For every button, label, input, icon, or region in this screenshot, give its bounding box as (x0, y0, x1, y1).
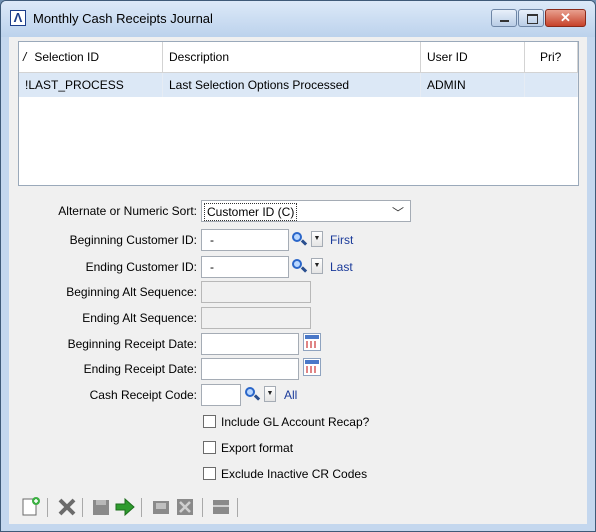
exclude-inactive-label: Exclude Inactive CR Codes (221, 467, 368, 481)
app-logo-icon: Λ (10, 10, 26, 26)
end-alt-input (201, 307, 311, 329)
beg-date-input[interactable] (201, 333, 299, 355)
column-header-description[interactable]: Description (163, 42, 421, 73)
cell-selection-id: !LAST_PROCESS (19, 73, 163, 97)
end-date-input[interactable] (201, 358, 299, 380)
end-date-calendar-icon[interactable] (303, 358, 321, 376)
bottom-toolbar (9, 491, 587, 523)
cr-code-lookup-icon[interactable] (244, 386, 261, 403)
options-icon[interactable] (209, 495, 233, 519)
cell-pri (525, 73, 578, 97)
end-cust-label: Ending Customer ID: (85, 260, 197, 274)
beg-date-calendar-icon[interactable] (303, 333, 321, 351)
cr-code-dropdown-icon[interactable]: ▼ (264, 386, 276, 402)
dialog-body: / Selection ID Description User ID Pri? !… (9, 37, 587, 524)
export-format-label: Export format (221, 441, 294, 455)
save-icon[interactable] (89, 495, 113, 519)
last-link[interactable]: Last (330, 259, 353, 275)
selection-grid[interactable]: / Selection ID Description User ID Pri? !… (18, 41, 579, 186)
beg-alt-label: Beginning Alt Sequence: (66, 285, 197, 299)
end-cust-lookup-icon[interactable] (291, 258, 308, 275)
beg-cust-label: Beginning Customer ID: (69, 233, 197, 247)
gl-recap-label: Include GL Account Recap? (221, 415, 370, 429)
alt-sort-select[interactable]: Customer ID (C) ﹀ (201, 200, 411, 222)
close-button[interactable]: ✕ (545, 9, 586, 27)
beg-alt-input (201, 281, 311, 303)
window-title: Monthly Cash Receipts Journal (33, 11, 213, 26)
end-cust-input[interactable]: - (201, 256, 289, 278)
minimize-button[interactable] (491, 9, 517, 27)
column-header-selection-id[interactable]: / Selection ID (19, 42, 163, 73)
alt-sort-value: Customer ID (C) (204, 203, 298, 221)
column-header-user-id[interactable]: User ID (421, 42, 525, 73)
title-bar[interactable]: Λ Monthly Cash Receipts Journal ✕ (1, 1, 595, 37)
maximize-button[interactable] (518, 9, 544, 27)
beg-cust-input[interactable]: - (201, 229, 289, 251)
close-icon: ✕ (560, 10, 571, 25)
all-link[interactable]: All (284, 387, 297, 403)
end-cust-dropdown-icon[interactable]: ▼ (311, 258, 323, 274)
report-window: Λ Monthly Cash Receipts Journal ✕ / Selec… (0, 0, 596, 532)
new-icon[interactable] (19, 495, 43, 519)
export-format-checkbox[interactable] (203, 441, 216, 454)
end-alt-label: Ending Alt Sequence: (82, 311, 197, 325)
exit-icon[interactable] (173, 495, 197, 519)
minimize-icon (500, 20, 509, 22)
cr-code-input[interactable] (201, 384, 241, 406)
cell-user-id: ADMIN (421, 73, 525, 97)
beg-date-label: Beginning Receipt Date: (67, 337, 197, 351)
cr-code-label: Cash Receipt Code: (89, 388, 197, 402)
alt-sort-label: Alternate or Numeric Sort: (58, 204, 197, 218)
beg-cust-dropdown-icon[interactable]: ▼ (311, 231, 323, 247)
print-icon[interactable] (149, 495, 173, 519)
gl-recap-checkbox[interactable] (203, 415, 216, 428)
cell-description: Last Selection Options Processed (163, 73, 421, 97)
end-date-label: Ending Receipt Date: (83, 362, 197, 376)
exclude-inactive-checkbox[interactable] (203, 467, 216, 480)
column-header-pri[interactable]: Pri? (525, 42, 578, 73)
table-row[interactable]: !LAST_PROCESS Last Selection Options Pro… (19, 73, 578, 97)
run-icon[interactable] (113, 495, 137, 519)
beg-cust-lookup-icon[interactable] (291, 231, 308, 248)
maximize-icon (527, 14, 538, 24)
sort-indicator-icon: / (23, 50, 27, 64)
chevron-down-icon: ﹀ (391, 206, 404, 220)
first-link[interactable]: First (330, 232, 353, 248)
delete-icon[interactable] (55, 495, 79, 519)
